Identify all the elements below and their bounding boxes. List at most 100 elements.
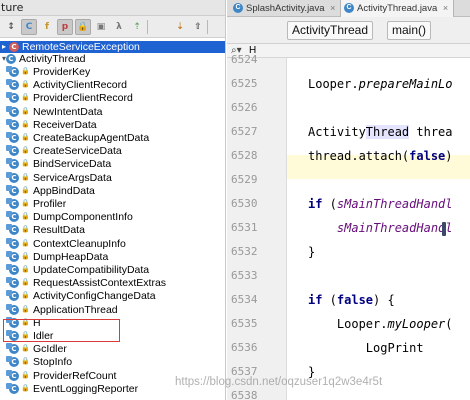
- autoscroll-to-source-icon[interactable]: ⇧: [190, 19, 206, 35]
- tree-item-label: UpdateCompatibilityData: [33, 264, 150, 276]
- tab-activity-thread[interactable]: C ActivityThread.java ×: [340, 0, 454, 17]
- tree-item-label: CreateBackupAgentData: [33, 132, 150, 144]
- autoscroll-from-source-icon[interactable]: ⇣: [172, 19, 188, 35]
- code-line[interactable]: if (false) {: [308, 293, 395, 307]
- code-line[interactable]: }: [308, 245, 315, 259]
- filter-property-icon[interactable]: p: [57, 19, 73, 35]
- code-line[interactable]: LogPrint: [308, 341, 424, 355]
- tree-item-appbinddata[interactable]: C 🔒 AppBindData: [0, 184, 225, 197]
- inner-class-marker-icon: [6, 382, 12, 389]
- tree-item-receiverdata[interactable]: C 🔒 ReceiverData: [0, 118, 225, 131]
- line-number: 6530: [231, 197, 258, 210]
- line-number: 6524: [231, 53, 258, 66]
- structure-tree[interactable]: ▸ C RemoteServiceException ▾ C ActivityThread…: [0, 39, 225, 400]
- tree-item-activity-thread[interactable]: ▾ C ActivityThread: [0, 53, 225, 65]
- tab-splash-activity[interactable]: C SplashActivity.java ×: [230, 0, 338, 17]
- annotation-highlight-box: [3, 319, 120, 342]
- show-lambda-icon[interactable]: λ: [111, 19, 127, 35]
- code-line[interactable]: ActivityThread threa: [308, 125, 453, 139]
- tree-item-label: ResultData: [33, 224, 85, 237]
- sort-visibility-icon[interactable]: ↕: [3, 19, 19, 35]
- tree-item-activityclientrecord[interactable]: C 🔒 ActivityClientRecord: [0, 79, 225, 92]
- filter-class-icon[interactable]: C: [21, 19, 37, 35]
- tree-item-label: AppBindData: [33, 184, 95, 197]
- inner-class-marker-icon: [6, 250, 12, 257]
- tree-item-remote-service-exception[interactable]: ▸ C RemoteServiceException: [0, 41, 225, 53]
- tree-item-label: EventLoggingReporter: [33, 382, 139, 395]
- tree-item-label: ActivityThread: [19, 53, 86, 65]
- tree-item-resultdata[interactable]: C 🔒 ResultData: [0, 224, 225, 237]
- filter-field-icon[interactable]: f: [39, 19, 55, 35]
- tree-item-createbackupagentdata[interactable]: C 🔒 CreateBackupAgentData: [0, 132, 225, 144]
- inner-class-marker-icon: [6, 171, 12, 178]
- tree-item-label: ApplicationThread: [33, 303, 118, 316]
- tree-item-contextcleanupinfo[interactable]: C 🔒 ContextCleanupInfo: [0, 237, 225, 250]
- tree-item-activityconfigchangedata[interactable]: C 🔒 ActivityConfigChangeData: [0, 290, 225, 302]
- tree-item-createservicedata[interactable]: C 🔒 CreateServiceData: [0, 145, 225, 157]
- tree-item-requestassistcontextextras[interactable]: C 🔒 RequestAssistContextExtras: [0, 277, 225, 289]
- lock-icon: 🔒: [21, 238, 30, 247]
- tree-item-updatecompatibilitydata[interactable]: C 🔒 UpdateCompatibilityData: [0, 264, 225, 276]
- tree-item-serviceargsdata[interactable]: C 🔒 ServiceArgsData: [0, 171, 225, 184]
- line-number: 6532: [231, 245, 258, 258]
- text-caret: [442, 222, 446, 236]
- lock-icon: 🔒: [21, 304, 30, 313]
- lock-icon: 🔒: [21, 172, 30, 181]
- tree-item-label: NewIntentData: [33, 105, 103, 118]
- lock-icon: 🔒: [21, 106, 30, 115]
- code-line[interactable]: thread.attach(false): [308, 149, 453, 163]
- code-area[interactable]: Looper.prepareMainLo ActivityThread threa…: [288, 58, 470, 400]
- code-line[interactable]: Looper.myLooper(: [308, 317, 453, 331]
- inner-class-marker-icon: [6, 237, 12, 244]
- exception-class-icon: C: [9, 42, 19, 52]
- tree-item-providerkey[interactable]: C 🔒 ProviderKey: [0, 66, 225, 78]
- tree-item-bindservicedata[interactable]: C 🔒 BindServiceData: [0, 158, 225, 170]
- breadcrumb: ActivityThread main(): [227, 17, 470, 44]
- show-inherited-icon[interactable]: ⇡: [129, 19, 145, 35]
- lock-icon: 🔒: [21, 199, 30, 207]
- breadcrumb-class[interactable]: ActivityThread: [287, 21, 374, 40]
- code-line[interactable]: sMainThreadHandl: [308, 221, 453, 235]
- code-line[interactable]: if (sMainThreadHandl: [308, 197, 453, 211]
- lock-icon: 🔒: [21, 278, 30, 287]
- code-editor[interactable]: C SplashActivity.java × C ActivityThread…: [227, 0, 470, 400]
- structure-panel-title: ture: [0, 0, 225, 16]
- tree-item-dumpheapdata[interactable]: C 🔒 DumpHeapData: [0, 250, 225, 263]
- tree-item-label: ActivityClientRecord: [33, 79, 127, 92]
- tree-item-gcidler[interactable]: C 🔒 GcIdler: [0, 343, 225, 355]
- code-line[interactable]: Looper.prepareMainLo: [308, 77, 453, 91]
- inner-class-marker-icon: [6, 277, 12, 284]
- lock-icon: 🔒: [21, 383, 30, 392]
- inner-class-marker-icon: [6, 356, 12, 363]
- inner-class-marker-icon: [6, 224, 12, 231]
- class-icon: C: [344, 3, 354, 13]
- line-number: 6528: [231, 149, 258, 162]
- breadcrumb-method[interactable]: main(): [387, 21, 432, 40]
- line-number: 6525: [231, 77, 258, 90]
- inner-class-marker-icon: [6, 66, 12, 72]
- tree-item-dumpcomponentinfo[interactable]: C 🔒 DumpComponentInfo: [0, 211, 225, 224]
- class-icon: C: [233, 3, 243, 13]
- tree-item-label: Profiler: [33, 198, 67, 210]
- inner-class-marker-icon: [6, 158, 12, 165]
- close-icon[interactable]: ×: [330, 3, 335, 13]
- line-number: 6527: [231, 125, 258, 138]
- tree-item-label: ServiceArgsData: [33, 171, 112, 184]
- lock-icon: 🔒: [21, 119, 30, 128]
- tree-item-providerclientrecord[interactable]: C 🔒 ProviderClientRecord: [0, 92, 225, 104]
- tree-item-newintentdata[interactable]: C 🔒 NewIntentData: [0, 105, 225, 118]
- tree-item-applicationthread[interactable]: C 🔒 ApplicationThread: [0, 303, 225, 316]
- line-number: 6526: [231, 101, 258, 114]
- tree-item-label: DumpComponentInfo: [33, 211, 133, 224]
- line-number: 6535: [231, 317, 258, 330]
- tree-item-stopinfo[interactable]: C 🔒 StopInfo: [0, 356, 225, 369]
- tree-item-label: StopInfo: [33, 356, 73, 369]
- show-anonymous-icon[interactable]: ▣: [93, 19, 109, 35]
- inner-class-marker-icon: [6, 211, 12, 218]
- tree-item-profiler[interactable]: C 🔒 Profiler: [0, 198, 225, 210]
- close-icon[interactable]: ×: [443, 3, 448, 13]
- inner-class-marker-icon: [6, 79, 12, 86]
- lock-filter-icon[interactable]: 🔒: [75, 19, 91, 35]
- lock-icon: 🔒: [21, 146, 30, 155]
- inner-class-marker-icon: [6, 145, 12, 152]
